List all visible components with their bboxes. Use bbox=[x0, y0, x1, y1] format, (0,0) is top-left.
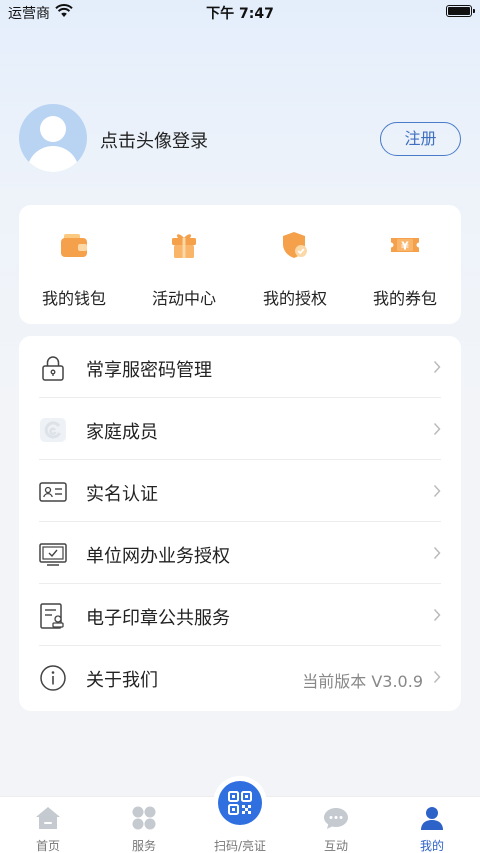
menu-item-family[interactable]: 家庭成员 bbox=[19, 398, 461, 460]
chevron-right-icon bbox=[433, 670, 441, 684]
tab-label: 首页 bbox=[35, 839, 60, 853]
coupon-icon: ¥ bbox=[391, 238, 419, 253]
quick-item-label: 我的钱包 bbox=[41, 289, 106, 308]
home-icon bbox=[36, 807, 60, 829]
avatar-head bbox=[40, 116, 66, 142]
tab-label: 我的 bbox=[419, 839, 444, 853]
shield-check-icon bbox=[283, 232, 307, 258]
menu-item-label: 电子印章公共服务 bbox=[86, 608, 230, 629]
chevron-right-icon bbox=[433, 360, 441, 374]
tab-label: 扫码/亮证 bbox=[213, 839, 267, 853]
gift-icon bbox=[172, 234, 196, 258]
chevron-right-icon bbox=[433, 484, 441, 498]
seal-document-icon bbox=[40, 603, 64, 629]
login-prompt[interactable]: 点击头像登录 bbox=[100, 127, 208, 153]
wallet-icon bbox=[61, 234, 87, 257]
avatar[interactable] bbox=[19, 104, 87, 172]
id-card-icon bbox=[39, 482, 67, 502]
monitor-check-icon bbox=[39, 543, 67, 566]
quick-item-label: 我的券包 bbox=[372, 289, 437, 308]
status-bar: 运营商 下午 7:47 bbox=[0, 0, 480, 24]
menu-item-label: 关于我们 bbox=[86, 670, 158, 691]
quick-item-coupons[interactable]: ¥ 我的券包 bbox=[350, 205, 460, 324]
menu-item-label: 常享服密码管理 bbox=[86, 360, 212, 381]
info-icon bbox=[40, 665, 66, 691]
menu-item-real-name[interactable]: 实名认证 bbox=[19, 460, 461, 522]
qr-code-icon bbox=[228, 791, 252, 815]
family-icon bbox=[40, 418, 66, 442]
chevron-right-icon bbox=[433, 422, 441, 436]
svg-text:¥: ¥ bbox=[401, 240, 409, 253]
scan-button-inner bbox=[218, 781, 262, 825]
menu-item-label: 单位网办业务授权 bbox=[86, 546, 230, 567]
scan-button[interactable] bbox=[213, 776, 267, 830]
quick-item-activity[interactable]: 活动中心 bbox=[129, 205, 239, 324]
grid-icon bbox=[132, 806, 156, 830]
menu-item-e-seal[interactable]: 电子印章公共服务 bbox=[19, 584, 461, 646]
status-time: 下午 7:47 bbox=[206, 6, 274, 22]
quick-item-label: 我的授权 bbox=[262, 289, 327, 308]
battery-icon bbox=[446, 5, 475, 17]
quick-item-wallet[interactable]: 我的钱包 bbox=[19, 205, 129, 324]
chevron-right-icon bbox=[433, 546, 441, 560]
lock-icon bbox=[42, 356, 64, 381]
avatar-shoulders bbox=[27, 146, 79, 172]
app-version: 当前版本 V3.0.9 bbox=[302, 672, 423, 691]
quick-item-label: 活动中心 bbox=[151, 289, 216, 308]
tab-mine[interactable]: 我的 bbox=[384, 797, 480, 853]
tab-label: 互动 bbox=[323, 839, 348, 853]
chevron-right-icon bbox=[433, 608, 441, 622]
menu-item-org-authorization[interactable]: 单位网办业务授权 bbox=[19, 522, 461, 584]
tab-services[interactable]: 服务 bbox=[96, 797, 192, 853]
chat-icon bbox=[324, 808, 348, 829]
menu-item-about[interactable]: 关于我们 当前版本 V3.0.9 bbox=[19, 646, 461, 708]
register-button[interactable]: 注册 bbox=[380, 122, 461, 156]
tab-interaction[interactable]: 互动 bbox=[288, 797, 384, 853]
menu-item-label: 家庭成员 bbox=[86, 422, 158, 443]
settings-menu-card: 常享服密码管理 家庭成员 实名认证 单位网办业务授权 电子印章公共服务 关于我们… bbox=[19, 336, 461, 711]
tab-label: 服务 bbox=[131, 839, 156, 853]
menu-item-password[interactable]: 常享服密码管理 bbox=[19, 336, 461, 398]
menu-item-label: 实名认证 bbox=[86, 484, 158, 505]
user-icon bbox=[421, 807, 443, 830]
tab-home[interactable]: 首页 bbox=[0, 797, 96, 853]
quick-item-authorization[interactable]: 我的授权 bbox=[240, 205, 350, 324]
quick-actions-card: 我的钱包 活动中心 我的授权 ¥ 我的券包 bbox=[19, 205, 461, 324]
